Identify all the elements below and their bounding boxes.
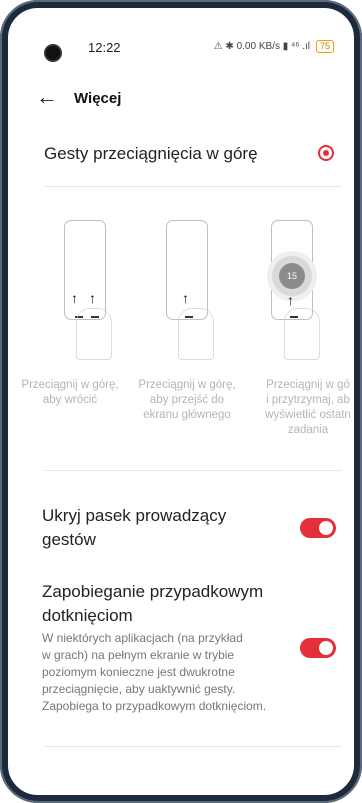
device-frame: 12:22 ⚠ ✱ 0.00 KB/s ▮ ⁴⁶ .ıl 75 ← Więcej… — [0, 0, 362, 803]
arrow-up-icon: ↑ — [89, 290, 96, 306]
phone-illustration-back: ↑ ↑ — [64, 220, 106, 320]
hand-icon — [76, 308, 112, 360]
arrow-up-icon: ↑ — [71, 290, 78, 306]
divider — [44, 186, 342, 187]
phone-illustration-recents: 15 ↑ — [271, 220, 313, 320]
gestures-option-label: Gesty przeciągnięcia w górę — [44, 144, 258, 163]
arrow-up-icon: ↑ — [287, 292, 294, 308]
hand-icon — [284, 308, 320, 360]
phone-illustration-home: ↑ — [166, 220, 208, 320]
header: ← Więcej — [8, 80, 354, 120]
status-icons: ⚠ ✱ 0.00 KB/s ▮ ⁴⁶ .ıl 75 — [214, 40, 334, 53]
caption-back: Przeciągnij w górę, aby wrócić — [21, 379, 119, 406]
status-indicators: ⚠ ✱ 0.00 KB/s ▮ ⁴⁶ .ıl — [213, 41, 310, 52]
arrow-left-icon[interactable]: ← — [36, 86, 58, 108]
prevent-touch-description: W niektórych aplikacjach (na przykład w … — [42, 631, 267, 713]
caption-home: Przeciągnij w górę, aby przejść do ekran… — [138, 379, 236, 421]
page-title: Więcej — [74, 90, 122, 107]
prevent-touch-title: Zapobieganie przypadkowym dotknięciom — [42, 582, 264, 625]
prevent-touch-toggle[interactable] — [300, 638, 336, 658]
caption-recents: Przeciągnij w gó i przytrzymaj, ab wyświ… — [265, 379, 351, 436]
status-time: 12:22 — [88, 40, 121, 55]
gestures-radio[interactable] — [318, 145, 334, 161]
divider — [44, 746, 342, 747]
battery-icon: 75 — [315, 40, 334, 53]
divider — [44, 470, 342, 471]
hand-icon — [178, 308, 214, 360]
arrow-up-icon: ↑ — [182, 290, 189, 306]
status-bar: 12:22 ⚠ ✱ 0.00 KB/s ▮ ⁴⁶ .ıl 75 — [8, 8, 354, 68]
hide-bar-toggle[interactable] — [300, 518, 336, 538]
hide-bar-title: Ukryj pasek prowadzący gestów — [42, 506, 227, 549]
front-camera-icon — [46, 46, 60, 60]
recents-bubble: 15 — [279, 263, 305, 289]
gestures-option[interactable]: Gesty przeciągnięcia w górę — [8, 136, 354, 176]
